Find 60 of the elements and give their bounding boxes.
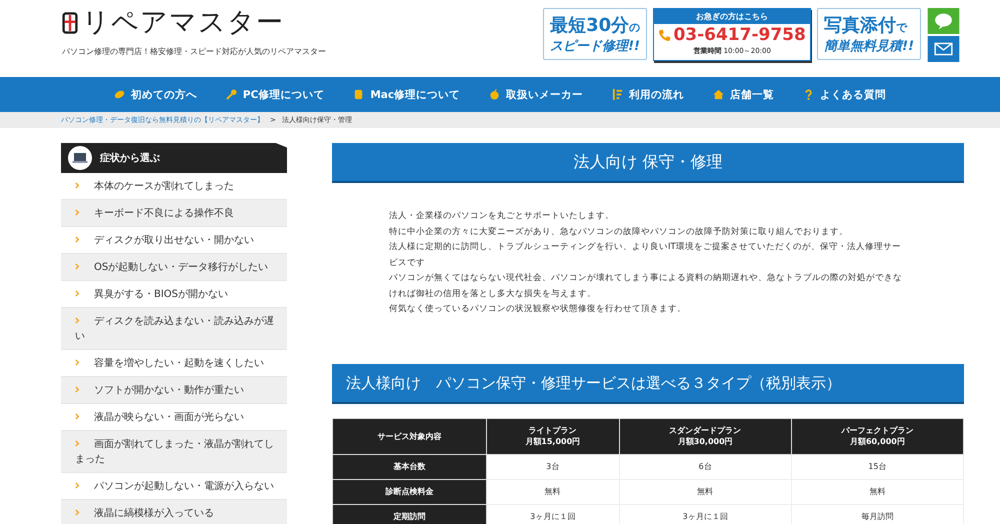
- table-cell: 無料: [619, 479, 792, 504]
- intro-paragraph: 法人・企業様のパソコンを丸ごとサポートいたします。: [389, 210, 615, 223]
- nav-link[interactable]: 店舗一覧: [713, 88, 774, 102]
- sidebar-item[interactable]: ディスクを読み込まない・読み込みが遅い: [61, 308, 287, 350]
- chevron-icon: [75, 209, 80, 216]
- intro-paragraph: パソコンが無くてはならない現代社会、パソコンが壊れてしまう事による資料の納期遅れや、急なトラブルの際の対処ができなければ御社の信用を落とし多大な損失を与えます。: [389, 272, 903, 300]
- chevron-icon: [75, 359, 80, 366]
- chevron-icon: [75, 413, 80, 420]
- intro-paragraph: 何気なく使っているパソコンの状況観察や状態修復を行わせて頂きます。: [389, 302, 687, 316]
- nav-link[interactable]: よくある質問: [803, 88, 886, 102]
- photo-estimate-banner[interactable]: 写真添付で 簡単無料見積!!: [817, 8, 921, 60]
- list-icon: [612, 89, 624, 100]
- sidebar-item[interactable]: OSが起動しない・データ移行がしたい: [61, 254, 287, 281]
- chevron-icon: [75, 440, 80, 447]
- site-logo[interactable]: リペアマスター: [82, 8, 284, 38]
- table-cell: 3台: [486, 454, 620, 479]
- mail-icon[interactable]: [927, 36, 960, 62]
- tagline: パソコン修理の専門店！格安修理・スピード対応が人気のリペアマスター: [62, 46, 326, 57]
- apple-icon: [489, 89, 500, 100]
- column-header: ライトプラン 月額15,000円: [486, 418, 620, 454]
- table-cell: 無料: [791, 479, 964, 504]
- sidebar-item[interactable]: 画面が割れてしまった・液晶が割れてしまった: [61, 431, 287, 473]
- chevron-icon: [75, 182, 80, 189]
- page-heading: 法人向け 保守・修理: [332, 143, 964, 183]
- column-header: サービス対象内容: [332, 418, 486, 454]
- row-header: 定期訪問: [332, 504, 486, 524]
- sidebar-item[interactable]: 液晶に縞模様が入っている: [61, 500, 287, 524]
- section-heading: 法人様向け パソコン保守・修理サービスは選べる３タイプ（税別表示）: [332, 364, 964, 404]
- wrench-icon: [226, 89, 237, 100]
- speed-repair-banner[interactable]: 最短30分の スピード修理!!: [543, 8, 648, 60]
- question-icon: [803, 89, 814, 100]
- chevron-icon: [75, 509, 80, 516]
- intro-paragraph: 特に中小企業の方々に大変ニーズがあり、急なパソコンの故障やパソコンの故障予防対策に取り組んでおります。: [389, 226, 849, 238]
- chevron-icon: [75, 236, 80, 243]
- sidebar-item[interactable]: ソフトが開かない・動作が重たい: [61, 377, 287, 404]
- phone-icon: [658, 28, 672, 42]
- table-cell: 6台: [619, 454, 792, 479]
- chat-icon[interactable]: [927, 8, 960, 34]
- sidebar-item[interactable]: キーボード不良による操作不良: [61, 200, 287, 227]
- nav-link[interactable]: 初めての方へ: [114, 88, 197, 102]
- home-icon: [713, 89, 724, 100]
- intro-paragraph: 法人様に定期的に訪問し、トラブルシューティングを行い、より良いIT環境をご提案させていただくのが、保守・法人修理サービスです: [389, 240, 902, 270]
- table-cell: 無料: [486, 479, 620, 504]
- laptop-icon: [68, 146, 92, 170]
- chevron-icon: [75, 290, 80, 297]
- chevron-icon: [75, 317, 80, 324]
- logo-icon: [62, 11, 78, 35]
- column-header: パーフェクトプラン 月額60,000円: [791, 418, 964, 454]
- nav-link[interactable]: 取扱いメーカー: [489, 88, 584, 102]
- row-header: 基本台数: [332, 454, 486, 479]
- nav-link[interactable]: PC修理について: [226, 88, 324, 102]
- column-header: スダンダードプラン 月額30,000円: [619, 418, 792, 454]
- nav-link[interactable]: 利用の流れ: [612, 88, 684, 102]
- row-header: 診断点検料金: [332, 479, 486, 504]
- chevron-icon: [75, 482, 80, 489]
- sidebar-title: 症状から選ぶ: [100, 152, 160, 165]
- chevron-icon: [75, 263, 80, 270]
- chevron-icon: [75, 386, 80, 393]
- nav-link[interactable]: Mac修理について: [353, 88, 460, 102]
- table-cell: 15台: [791, 454, 964, 479]
